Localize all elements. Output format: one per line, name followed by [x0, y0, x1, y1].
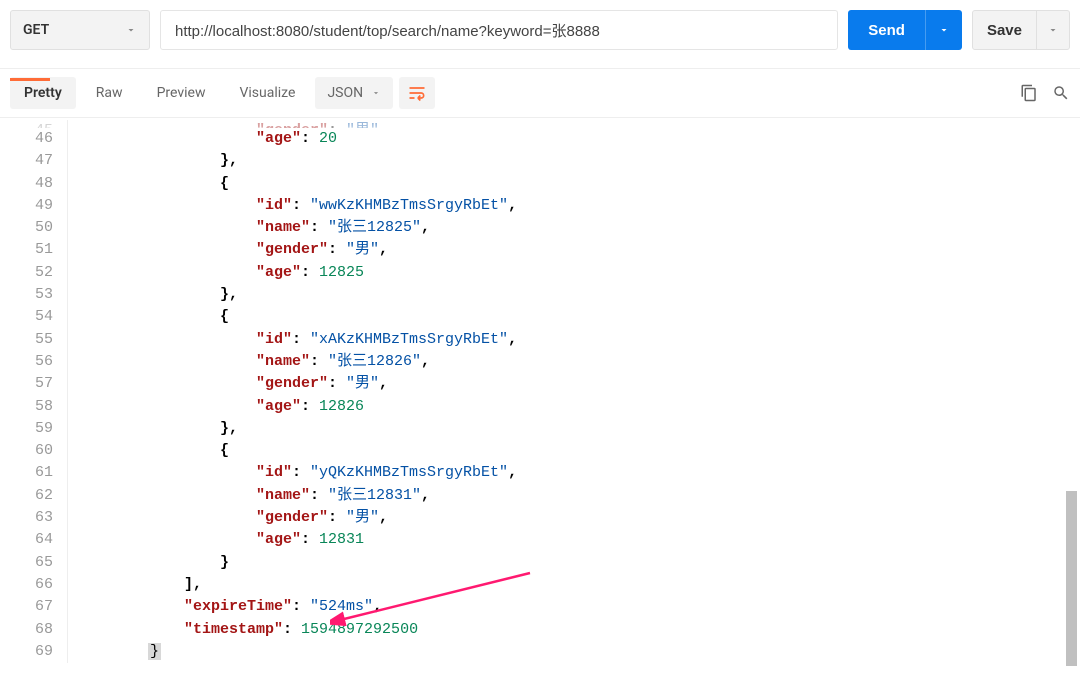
line-gutter: 4546474849505152535455565758596061626364…	[0, 120, 68, 663]
tab-raw[interactable]: Raw	[82, 77, 137, 109]
url-input[interactable]	[160, 10, 838, 50]
search-icon[interactable]	[1052, 84, 1070, 102]
chevron-down-icon	[938, 24, 950, 36]
view-tabs: Pretty Raw Preview Visualize JSON	[10, 77, 435, 109]
method-select[interactable]: GET	[10, 10, 150, 50]
response-body[interactable]: 4546474849505152535455565758596061626364…	[0, 118, 1080, 663]
tab-visualize[interactable]: Visualize	[225, 77, 309, 109]
tab-preview[interactable]: Preview	[143, 77, 220, 109]
chevron-down-icon	[125, 24, 137, 36]
wrap-button[interactable]	[399, 77, 435, 109]
code-content: "gender": "男","age": 20},{"id": "wwKzKHM…	[76, 120, 1080, 663]
tab-pretty[interactable]: Pretty	[10, 77, 76, 109]
send-button[interactable]: Send	[848, 10, 962, 50]
save-dropdown[interactable]	[1037, 24, 1069, 36]
request-toolbar: GET Send Save	[0, 0, 1080, 60]
format-label: JSON	[327, 85, 363, 101]
chevron-down-icon	[371, 88, 381, 98]
scrollbar[interactable]	[1066, 135, 1077, 677]
save-label: Save	[973, 22, 1036, 39]
format-select[interactable]: JSON	[315, 77, 393, 109]
wrap-icon	[407, 83, 427, 103]
scroll-thumb[interactable]	[1066, 491, 1077, 666]
method-label: GET	[23, 22, 49, 38]
copy-icon[interactable]	[1020, 84, 1038, 102]
chevron-down-icon	[1047, 24, 1059, 36]
save-button[interactable]: Save	[972, 10, 1070, 50]
send-label: Send	[848, 22, 925, 39]
send-dropdown[interactable]	[926, 24, 962, 36]
response-actions	[1020, 84, 1070, 102]
response-header: Pretty Raw Preview Visualize JSON	[0, 68, 1080, 118]
